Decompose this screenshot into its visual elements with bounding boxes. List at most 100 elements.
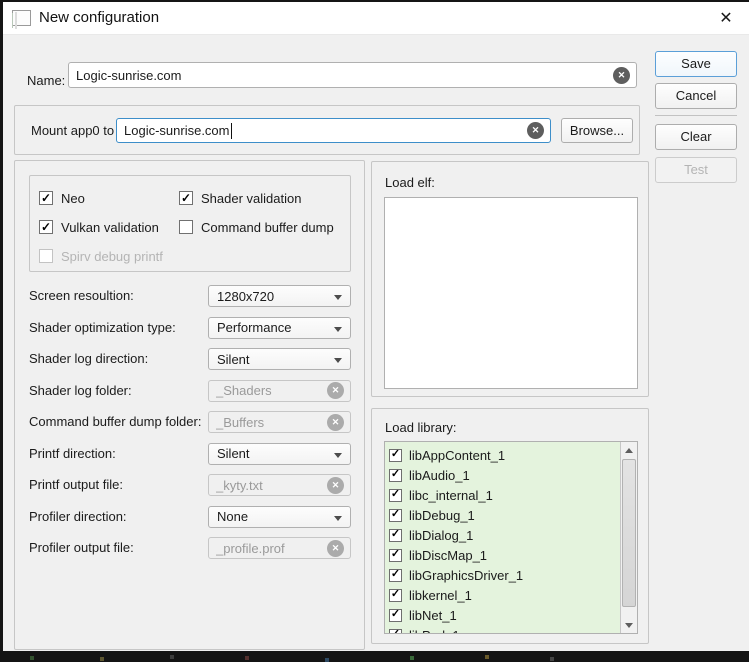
clear-icon: ✕ [327,414,344,431]
field-label-screen-resoultion: Screen resoultion: [29,285,208,307]
combobox-printf-direction[interactable]: Silent [208,443,351,465]
library-list-item[interactable]: ✓ libAudio_1 [389,465,637,485]
scrollbar[interactable] [620,442,637,633]
clear-icon: ✕ [327,540,344,557]
desktop-pixels [30,656,34,660]
chevron-down-icon [334,358,342,363]
checkbox-box[interactable]: ✓ [389,549,402,562]
field-label-profiler-direction: Profiler direction: [29,506,208,528]
field-label-command-buffer-dump-folder: Command buffer dump folder: [29,411,208,433]
checkbox-box[interactable] [39,249,53,263]
checkmark-icon: ✓ [391,449,400,460]
checkbox-box[interactable]: ✓ [389,629,402,635]
load-library-label: Load library: [385,420,457,435]
browse-button[interactable]: Browse... [561,118,633,143]
text-field-profiler-output-file: _profile.prof ✕ [208,537,351,559]
clear-icon[interactable]: ✕ [527,122,544,139]
library-item-label: libDebug_1 [409,508,475,523]
library-list-item[interactable]: ✓ libPad_1 [389,625,637,634]
library-list[interactable]: ✓ libAppContent_1 ✓ libAudio_1 ✓ libc_in… [384,441,638,634]
cancel-button[interactable]: Cancel [655,83,737,109]
mount-input[interactable]: Logic-sunrise.com ✕ [116,118,551,143]
clear-button[interactable]: Clear [655,124,737,150]
combobox-screen-resoultion[interactable]: 1280x720 [208,285,351,307]
desktop-background-strip [0,651,749,662]
scroll-down-icon[interactable] [621,617,637,633]
checkbox-box[interactable]: ✓ [389,449,402,462]
new-configuration-dialog: New configuration ✕ Name: Logic-sunrise.… [3,2,749,651]
library-item-label: libDialog_1 [409,528,473,543]
library-item-label: libGraphicsDriver_1 [409,568,523,583]
load-library-group: Load library: ✓ libAppContent_1 ✓ libAud… [371,408,649,644]
checkbox-box[interactable]: ✓ [389,489,402,502]
library-list-item[interactable]: ✓ libkernel_1 [389,585,637,605]
library-item-label: libAppContent_1 [409,448,505,463]
clear-icon[interactable]: ✕ [613,67,630,84]
field-label-shader-log-direction: Shader log direction: [29,348,208,370]
checkbox-box[interactable]: ✓ [389,569,402,582]
checkbox-neo[interactable]: ✓ Neo [39,190,179,206]
checkbox-label: Neo [61,191,85,206]
text-field-value: _Buffers [216,415,264,430]
library-list-item[interactable]: ✓ libc_internal_1 [389,485,637,505]
checkmark-icon: ✓ [391,629,400,634]
library-list-item[interactable]: ✓ libDiscMap_1 [389,545,637,565]
checkbox-box[interactable]: ✓ [389,509,402,522]
text-field-shader-log-folder: _Shaders ✕ [208,380,351,402]
checkbox-vulkan-validation[interactable]: ✓ Vulkan validation [39,219,179,235]
chevron-down-icon [334,295,342,300]
scroll-up-icon[interactable] [621,442,637,458]
save-button[interactable]: Save [655,51,737,77]
name-input-value: Logic-sunrise.com [76,68,182,83]
combobox-value: Silent [217,446,250,461]
combobox-profiler-direction[interactable]: None [208,506,351,528]
checkmark-icon: ✓ [41,221,51,233]
combobox-value: Performance [217,320,291,335]
checkbox-label: Command buffer dump [201,220,334,235]
close-icon[interactable]: ✕ [715,8,737,30]
checkbox-label: Vulkan validation [61,220,159,235]
checkbox-box[interactable]: ✓ [39,220,53,234]
chevron-down-icon [334,516,342,521]
combobox-shader-optimization-type[interactable]: Performance [208,317,351,339]
checkmark-icon: ✓ [391,489,400,500]
checkbox-box[interactable]: ✓ [389,469,402,482]
checkbox-box[interactable]: ✓ [389,609,402,622]
library-list-item[interactable]: ✓ libNet_1 [389,605,637,625]
combobox-value: None [217,509,248,524]
text-caret [231,123,232,139]
checkbox-box[interactable]: ✓ [179,191,193,205]
load-elf-area[interactable] [384,197,638,389]
checkmark-icon: ✓ [391,549,400,560]
validation-options-group: ✓ Neo ✓ Shader validation ✓ Vulkan valid… [29,175,351,272]
combobox-shader-log-direction[interactable]: Silent [208,348,351,370]
combobox-value: 1280x720 [217,289,274,304]
name-input[interactable]: Logic-sunrise.com ✕ [68,62,637,88]
checkbox-box[interactable] [179,220,193,234]
field-label-shader-optimization-type: Shader optimization type: [29,317,208,339]
library-list-item[interactable]: ✓ libAppContent_1 [389,445,637,465]
library-list-item[interactable]: ✓ libDebug_1 [389,505,637,525]
checkmark-icon: ✓ [391,569,400,580]
checkbox-command-buffer-dump[interactable]: Command buffer dump [179,219,350,235]
checkbox-box[interactable]: ✓ [39,191,53,205]
checkbox-shader-validation[interactable]: ✓ Shader validation [179,190,350,206]
title-bar: New configuration ✕ [3,2,749,35]
library-item-label: libkernel_1 [409,588,472,603]
mount-group: Mount app0 to Logic-sunrise.com ✕ Browse… [14,105,640,155]
checkbox-label: Shader validation [201,191,301,206]
checkmark-icon: ✓ [391,609,400,620]
library-list-item[interactable]: ✓ libDialog_1 [389,525,637,545]
library-item-label: libPad_1 [409,628,460,635]
scrollbar-thumb[interactable] [622,459,636,607]
name-label: Name: [27,68,65,94]
library-list-item[interactable]: ✓ libGraphicsDriver_1 [389,565,637,585]
checkmark-icon: ✓ [391,509,400,520]
checkmark-icon: ✓ [391,469,400,480]
checkbox-box[interactable]: ✓ [389,529,402,542]
checkbox-box[interactable]: ✓ [389,589,402,602]
load-elf-group: Load elf: [371,161,649,397]
mount-label: Mount app0 to [31,106,114,156]
text-field-value: _kyty.txt [216,478,263,493]
text-field-command-buffer-dump-folder: _Buffers ✕ [208,411,351,433]
